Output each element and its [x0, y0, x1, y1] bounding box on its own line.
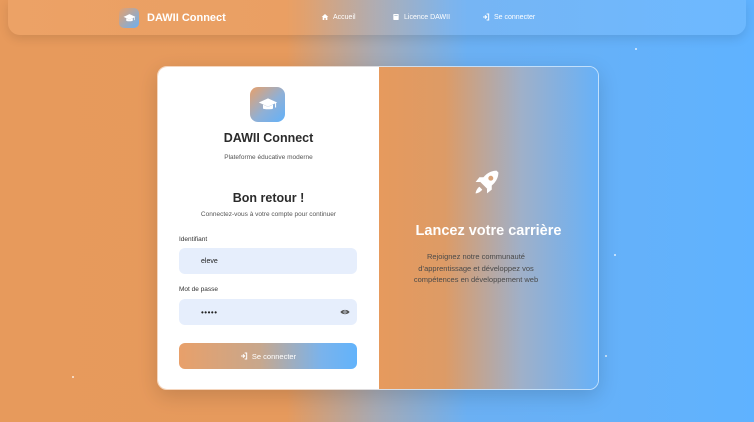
promo-text: Rejoignez notre communauté d’apprentissa…	[413, 252, 539, 284]
top-navbar: DAWII Connect Accueil Licence DAWII Se c…	[8, 0, 746, 35]
username-label: Identifiant	[179, 236, 208, 243]
sign-in-icon	[483, 13, 490, 21]
sparkle-decoration	[614, 254, 616, 256]
sparkle-decoration	[72, 376, 74, 378]
username-value: eleve	[201, 257, 218, 265]
brand-name: DAWII Connect	[147, 12, 226, 24]
password-value: •••••	[201, 307, 218, 317]
login-subheading: Connectez-vous à votre compte pour conti…	[200, 211, 337, 218]
eye-icon[interactable]	[340, 308, 350, 316]
promo-panel: Lancez votre carrière Rejoignez notre co…	[379, 67, 598, 389]
app-title: DAWII Connect	[223, 131, 314, 145]
app-logo	[250, 87, 285, 122]
password-label: Mot de passe	[179, 286, 219, 293]
nav-link-label: Licence DAWII	[404, 13, 451, 21]
login-panel: DAWII Connect Plateforme éducative moder…	[158, 67, 379, 389]
nav-link-label: Accueil	[333, 13, 356, 21]
brand[interactable]: DAWII Connect	[119, 8, 226, 28]
username-field[interactable]: eleve	[179, 248, 357, 274]
nav-link-accueil[interactable]: Accueil	[321, 13, 356, 21]
promo-title: Lancez votre carrière	[415, 223, 562, 239]
app-subtitle: Plateforme éducative moderne	[224, 154, 313, 161]
login-submit-button[interactable]: Se connecter	[179, 343, 357, 369]
home-icon	[321, 14, 329, 20]
sparkle-decoration	[605, 355, 607, 357]
nav-link-licence[interactable]: Licence DAWII	[392, 13, 450, 21]
nav-link-se-connecter[interactable]: Se connecter	[482, 13, 535, 21]
sparkle-decoration	[635, 48, 637, 50]
nav-link-label: Se connecter	[494, 13, 536, 21]
graduation-cap-icon	[119, 8, 139, 28]
rocket-icon	[475, 170, 499, 194]
login-card: DAWII Connect Plateforme éducative moder…	[157, 66, 599, 390]
graduation-cap-icon	[258, 97, 277, 109]
submit-label: Se connecter	[251, 351, 297, 361]
sign-in-icon	[240, 352, 248, 360]
password-field[interactable]: •••••	[179, 299, 357, 325]
login-heading: Bon retour !	[232, 191, 305, 205]
book-icon	[393, 14, 399, 20]
